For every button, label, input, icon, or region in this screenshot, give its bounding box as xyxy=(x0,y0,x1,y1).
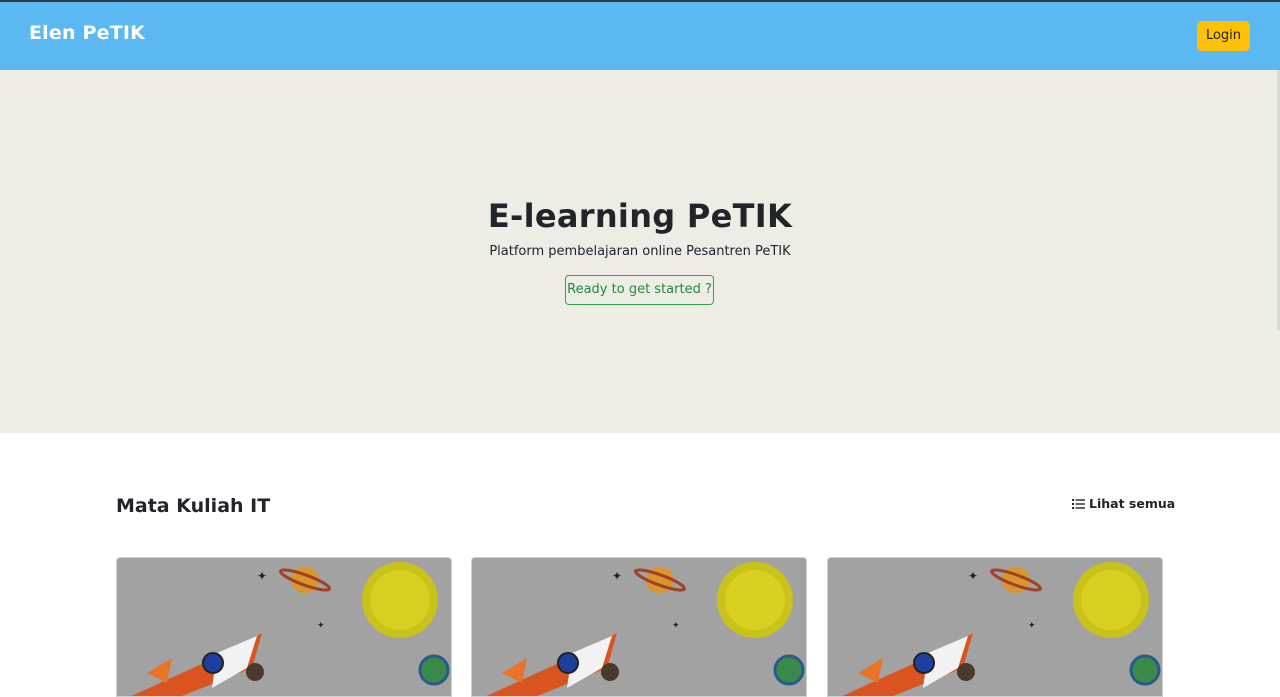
courses-section-title: Mata Kuliah IT xyxy=(116,495,271,517)
hero-section: E-learning PeTIK Platform pembelajaran o… xyxy=(0,70,1280,433)
svg-text:✦: ✦ xyxy=(1028,621,1036,631)
navbar: Elen PeTIK Login xyxy=(0,2,1280,70)
hero-subtitle: Platform pembelajaran online Pesantren P… xyxy=(489,244,791,259)
hero-title: E-learning PeTIK xyxy=(487,197,793,235)
get-started-button[interactable]: Ready to get started ? xyxy=(565,275,714,305)
svg-text:✦: ✦ xyxy=(317,621,325,631)
see-all-label: Lihat semua xyxy=(1089,496,1176,511)
course-card[interactable]: ✦ ✦ xyxy=(827,557,1163,697)
login-button[interactable]: Login xyxy=(1197,21,1250,51)
list-icon xyxy=(1072,498,1085,509)
rocket-space-illustration: ✦ ✦ xyxy=(828,558,1162,696)
see-all-link[interactable]: Lihat semua xyxy=(1072,496,1175,511)
svg-text:✦: ✦ xyxy=(968,569,978,583)
svg-text:✦: ✦ xyxy=(257,569,267,583)
rocket-space-illustration: ✦ ✦ xyxy=(117,558,451,696)
svg-text:✦: ✦ xyxy=(672,621,680,631)
rocket-space-illustration: ✦ ✦ xyxy=(472,558,806,696)
course-card[interactable]: ✦ ✦ xyxy=(116,557,452,697)
svg-text:✦: ✦ xyxy=(612,569,622,583)
course-card[interactable]: ✦ ✦ xyxy=(471,557,807,697)
brand-logo-link[interactable]: Elen PeTIK xyxy=(29,22,145,44)
